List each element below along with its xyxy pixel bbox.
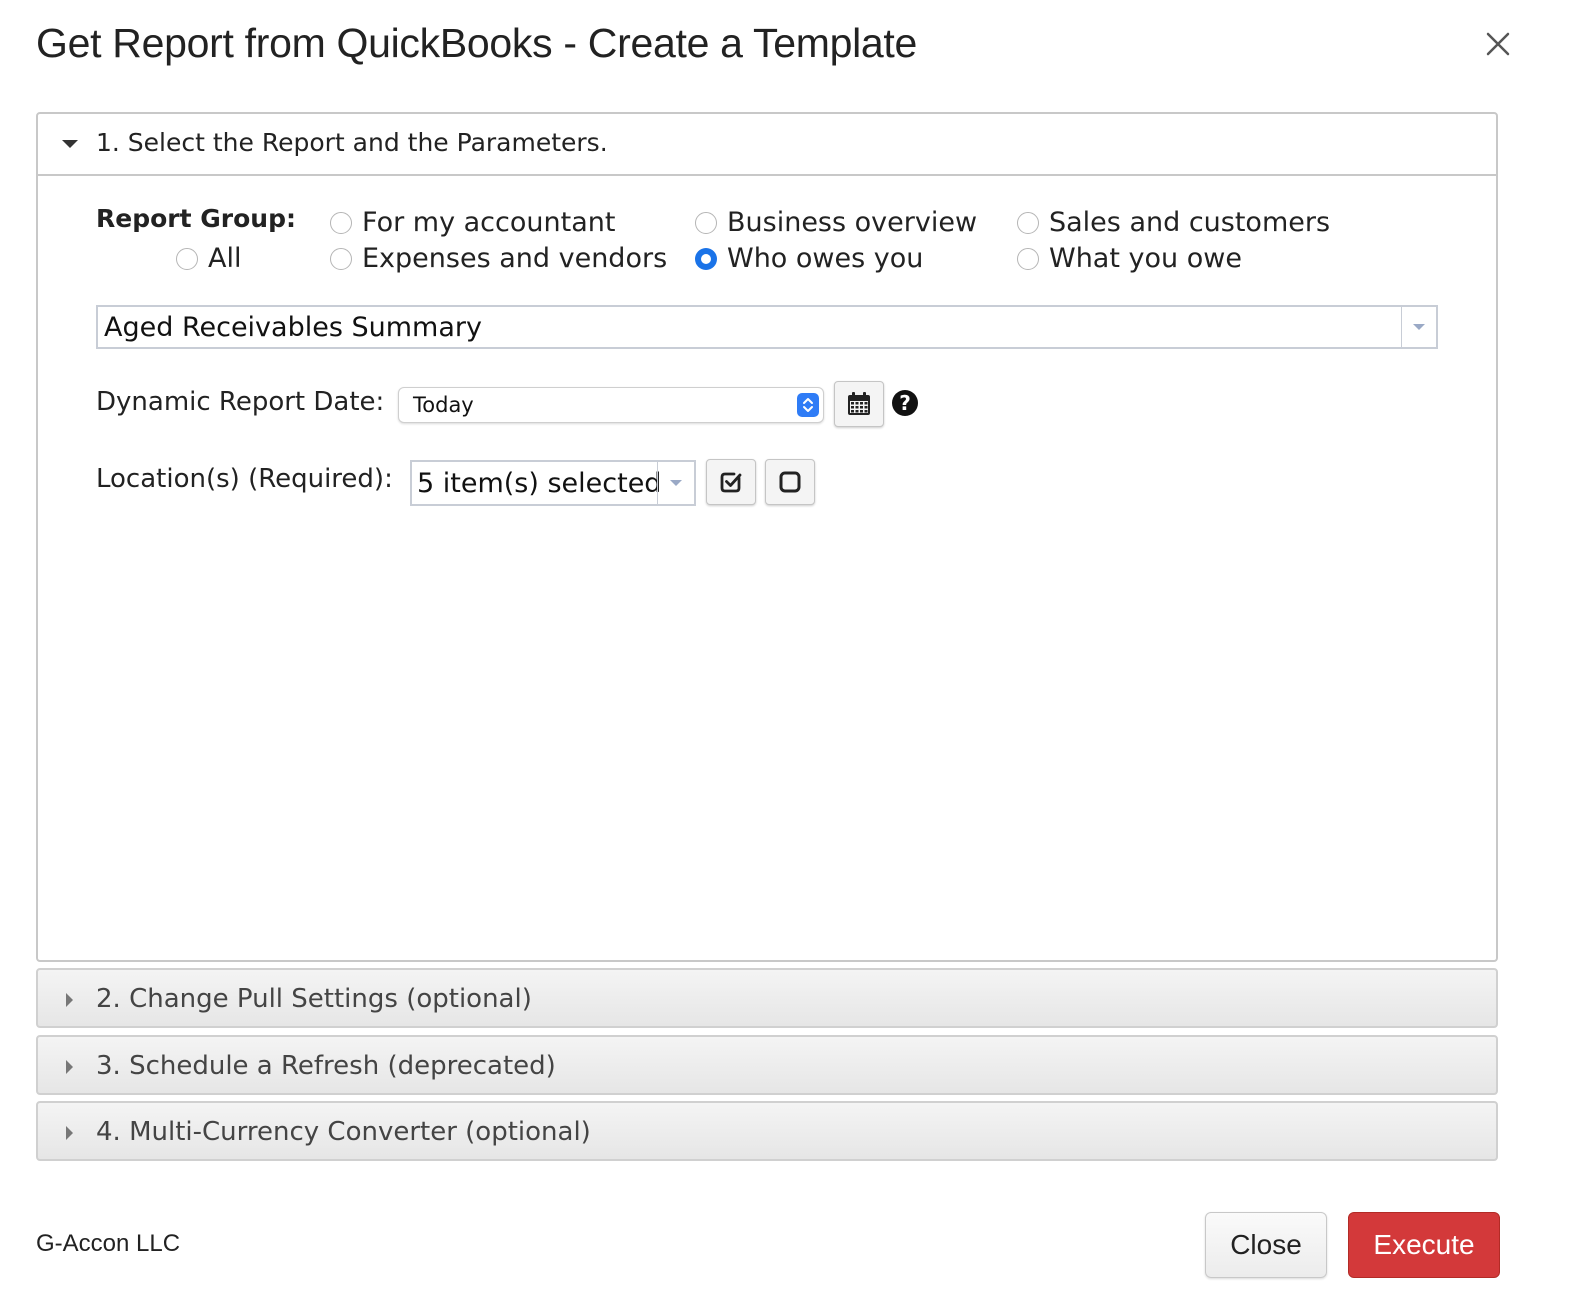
- select-stepper-icon: [797, 393, 819, 417]
- section-select-report: 1. Select the Report and the Parameters.…: [36, 112, 1498, 962]
- locations-select[interactable]: 5 item(s) selected: [410, 460, 696, 506]
- close-icon[interactable]: [1484, 30, 1512, 58]
- radio-circle: [330, 211, 352, 234]
- section-select-report-header[interactable]: 1. Select the Report and the Parameters.: [38, 114, 1496, 176]
- radio-circle: [1017, 247, 1039, 270]
- locations-select-value: 5 item(s) selected: [417, 468, 662, 499]
- dynamic-date-select[interactable]: Today: [398, 387, 824, 423]
- section-schedule-refresh-title: 3. Schedule a Refresh (deprecated): [96, 1051, 556, 1081]
- report-select-arrow[interactable]: [1401, 307, 1436, 347]
- execute-button[interactable]: Execute: [1348, 1212, 1500, 1278]
- section-schedule-refresh[interactable]: 3. Schedule a Refresh (deprecated): [36, 1035, 1498, 1095]
- radio-for-my-accountant[interactable]: For my accountant: [330, 207, 615, 238]
- dialog-title: Get Report from QuickBooks - Create a Te…: [36, 20, 917, 66]
- radio-label: All: [208, 243, 242, 274]
- chevron-down-icon: [670, 480, 682, 486]
- section-pull-settings[interactable]: 2. Change Pull Settings (optional): [36, 968, 1498, 1028]
- radio-circle: [695, 211, 717, 234]
- radio-label: Expenses and vendors: [362, 243, 668, 274]
- caret-right-icon: [66, 1060, 73, 1074]
- radio-label: For my accountant: [362, 207, 616, 238]
- report-group-label: Report Group:: [96, 204, 296, 233]
- chevron-down-icon: [1413, 324, 1425, 330]
- checkbox-checked-icon: [720, 472, 742, 493]
- dynamic-date-value: Today: [413, 393, 474, 417]
- radio-business-overview[interactable]: Business overview: [695, 207, 977, 238]
- deselect-all-button[interactable]: [765, 459, 815, 505]
- dynamic-date-label: Dynamic Report Date:: [96, 387, 385, 417]
- section-multi-currency-title: 4. Multi-Currency Converter (optional): [96, 1117, 591, 1147]
- radio-label: Business overview: [727, 207, 978, 238]
- radio-circle: [330, 247, 352, 270]
- report-select[interactable]: Aged Receivables Summary: [96, 305, 1438, 349]
- radio-label: Who owes you: [727, 243, 924, 274]
- radio-label: What you owe: [1049, 243, 1242, 274]
- company-name: G-Accon LLC: [36, 1230, 181, 1257]
- calendar-button[interactable]: [834, 381, 884, 427]
- radio-circle: [176, 247, 198, 270]
- caret-right-icon: [66, 1126, 73, 1140]
- radio-all[interactable]: All: [176, 243, 241, 274]
- radio-label: Sales and customers: [1049, 207, 1331, 238]
- help-icon[interactable]: ?: [892, 390, 918, 416]
- radio-what-you-owe[interactable]: What you owe: [1017, 243, 1242, 274]
- checkbox-empty-icon: [779, 471, 801, 493]
- report-select-value: Aged Receivables Summary: [104, 312, 482, 343]
- locations-select-arrow[interactable]: [657, 462, 694, 504]
- section-pull-settings-title: 2. Change Pull Settings (optional): [96, 984, 532, 1014]
- radio-expenses-and-vendors[interactable]: Expenses and vendors: [330, 243, 667, 274]
- section-multi-currency[interactable]: 4. Multi-Currency Converter (optional): [36, 1101, 1498, 1161]
- radio-circle-checked: [695, 247, 717, 270]
- caret-right-icon: [66, 993, 73, 1007]
- radio-who-owes-you[interactable]: Who owes you: [695, 243, 923, 274]
- section-select-report-title: 1. Select the Report and the Parameters.: [96, 128, 608, 157]
- caret-down-icon: [62, 140, 78, 148]
- locations-label: Location(s) (Required):: [96, 464, 393, 494]
- close-button[interactable]: Close: [1205, 1212, 1327, 1278]
- radio-circle: [1017, 211, 1039, 234]
- radio-sales-and-customers[interactable]: Sales and customers: [1017, 207, 1330, 238]
- calendar-icon: [848, 392, 870, 415]
- select-all-button[interactable]: [706, 459, 756, 505]
